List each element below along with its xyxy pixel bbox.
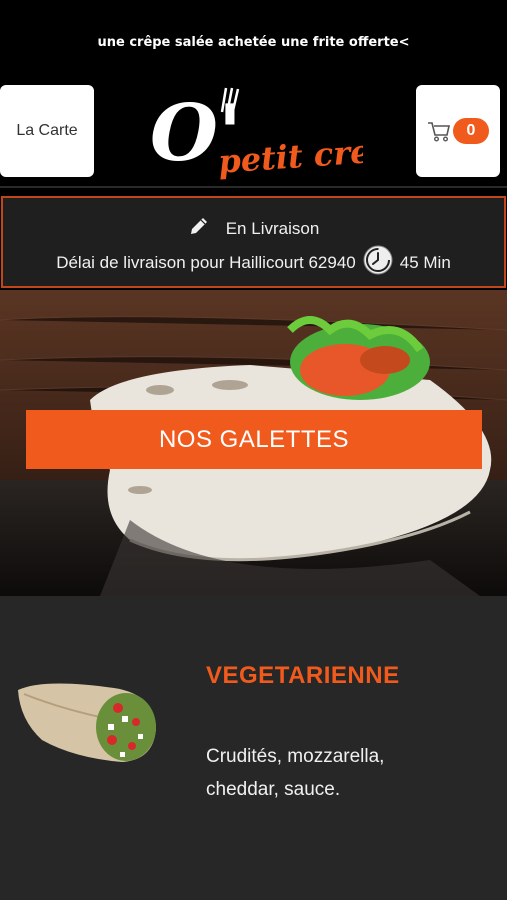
product-image[interactable] [14,680,160,772]
la-carte-button[interactable]: La Carte [0,85,94,177]
promo-banner: une crêpe salée achetée une frite offert… [0,0,507,82]
delivery-panel[interactable]: En Livraison Délai de livraison pour Hai… [1,196,506,288]
hero-banner: NOS GALETTES [0,290,507,596]
header: La Carte O' petit creux 0 [0,82,507,188]
cart-icon [427,120,451,142]
promo-text: une crêpe salée achetée une frite offert… [97,35,410,50]
logo-graphic: O' petit creux [150,87,415,181]
cart-count-badge: 0 [453,118,489,144]
clock-icon [362,244,394,281]
delivery-delay-text: Délai de livraison pour Haillicourt 6294… [56,252,356,272]
logo[interactable]: O' petit creux [148,84,415,184]
product-description: Crudités, mozzarella, cheddar, sauce. [206,746,385,800]
delivery-mode: En Livraison [225,218,320,238]
product-title: VEGETARIENNE [206,662,400,689]
nos-galettes-button[interactable]: NOS GALETTES [26,410,482,469]
cart-button[interactable]: 0 [416,85,500,177]
product-card[interactable]: VEGETARIENNE Crudités, mozzarella, chedd… [0,596,507,900]
pencil-icon[interactable] [188,215,210,242]
delivery-time: 45 Min [399,252,451,272]
